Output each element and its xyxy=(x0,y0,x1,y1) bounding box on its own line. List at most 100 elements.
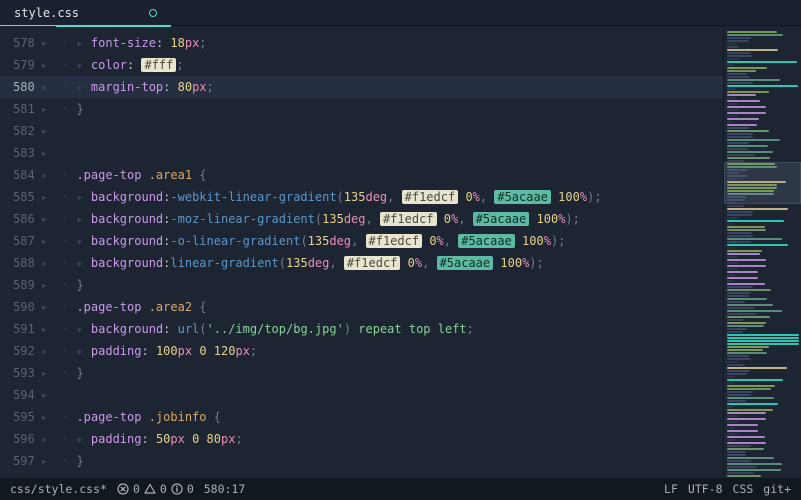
minimap-line xyxy=(727,337,799,339)
gutter-line[interactable]: 581▸ xyxy=(0,98,56,120)
gutter-line[interactable]: 591▸ xyxy=(0,318,56,340)
minimap-line xyxy=(727,361,739,363)
code-line[interactable]: · .page-top .jobinfo { xyxy=(56,406,723,428)
gutter-line[interactable]: 583▸ xyxy=(0,142,56,164)
code-line[interactable]: · ▸ background: url('../img/top/bg.jpg')… xyxy=(56,318,723,340)
gutter-line[interactable]: 593▸ xyxy=(0,362,56,384)
minimap-line xyxy=(727,400,746,402)
minimap-line xyxy=(727,121,732,123)
code-line[interactable]: · } xyxy=(56,362,723,384)
error-icon xyxy=(117,483,129,495)
code-line[interactable]: · ▸ margin-top: 80px; xyxy=(56,76,723,98)
tab-modified-indicator-icon xyxy=(149,9,157,17)
minimap-line xyxy=(727,76,750,78)
tabbar: style.css xyxy=(0,0,801,26)
code-line[interactable]: · } xyxy=(56,274,723,296)
code-line[interactable] xyxy=(56,120,723,142)
minimap-line xyxy=(727,34,783,36)
minimap-line xyxy=(727,277,758,279)
status-diagnostics[interactable]: 0 0 0 xyxy=(117,482,194,496)
gutter-line[interactable]: 595▸ xyxy=(0,406,56,428)
status-cursor[interactable]: 580:17 xyxy=(204,482,246,496)
minimap-line xyxy=(727,271,758,273)
gutter-line[interactable]: 582▸ xyxy=(0,120,56,142)
code-line[interactable]: · ▸ background:-moz-linear-gradient(135d… xyxy=(56,208,723,230)
minimap-line xyxy=(727,97,735,99)
gutter-line[interactable]: 590▸ xyxy=(0,296,56,318)
minimap-line xyxy=(727,220,784,222)
minimap-line xyxy=(727,58,739,60)
code-line[interactable]: · ▸ background:-webkit-linear-gradient(1… xyxy=(56,186,723,208)
minimap-line xyxy=(727,145,768,147)
status-language[interactable]: CSS xyxy=(733,482,754,496)
gutter[interactable]: 578▸579▸580▸581▸582▸583▸584▸585▸586▸587▸… xyxy=(0,26,56,478)
minimap[interactable] xyxy=(723,26,801,478)
minimap-line xyxy=(727,52,751,54)
minimap-line xyxy=(727,43,736,45)
minimap-line xyxy=(727,322,766,324)
minimap-line xyxy=(727,466,757,468)
minimap-line xyxy=(727,325,764,327)
minimap-line xyxy=(727,442,766,444)
gutter-line[interactable]: 596▸ xyxy=(0,428,56,450)
gutter-line[interactable]: 588▸ xyxy=(0,252,56,274)
gutter-line[interactable]: 589▸ xyxy=(0,274,56,296)
gutter-line[interactable]: 584▸ xyxy=(0,164,56,186)
minimap-line xyxy=(727,415,739,417)
gutter-line[interactable]: 594▸ xyxy=(0,384,56,406)
code-area[interactable]: · ▸ font-size: 18px;· ▸ color: #fff;· ▸ … xyxy=(56,26,723,478)
status-path[interactable]: css/style.css* xyxy=(10,482,107,496)
minimap-line xyxy=(727,373,747,375)
minimap-line xyxy=(727,376,735,378)
minimap-line xyxy=(727,109,739,111)
code-line[interactable]: · } xyxy=(56,98,723,120)
gutter-line[interactable]: 587▸ xyxy=(0,230,56,252)
minimap-line xyxy=(727,148,748,150)
minimap-line xyxy=(727,385,775,387)
code-line[interactable]: · ▸ padding: 100px 0 120px; xyxy=(56,340,723,362)
status-encoding[interactable]: UTF-8 xyxy=(688,482,723,496)
minimap-line xyxy=(727,67,767,69)
minimap-line xyxy=(727,445,751,447)
gutter-line[interactable]: 578▸ xyxy=(0,32,56,54)
minimap-line xyxy=(727,262,739,264)
minimap-line xyxy=(727,430,758,432)
minimap-line xyxy=(727,334,799,336)
minimap-viewport[interactable] xyxy=(724,162,801,204)
gutter-line[interactable]: 580▸ xyxy=(0,76,56,98)
status-eol[interactable]: LF xyxy=(664,482,678,496)
code-line[interactable] xyxy=(56,142,723,164)
code-line[interactable] xyxy=(56,384,723,406)
code-line[interactable]: · ▸ padding: 50px 0 80px; xyxy=(56,428,723,450)
code-line[interactable]: · .page-top .area2 { xyxy=(56,296,723,318)
minimap-line xyxy=(727,217,738,219)
code-line[interactable]: · ▸ color: #fff; xyxy=(56,54,723,76)
tab-stylecss[interactable]: style.css xyxy=(0,0,171,26)
minimap-line xyxy=(727,235,753,237)
status-git[interactable]: git+ xyxy=(763,482,791,496)
code-line[interactable]: · .page-top .area1 { xyxy=(56,164,723,186)
gutter-line[interactable]: 585▸ xyxy=(0,186,56,208)
minimap-line xyxy=(727,391,753,393)
code-line[interactable]: · ▸ font-size: 18px; xyxy=(56,32,723,54)
gutter-line[interactable]: 579▸ xyxy=(0,54,56,76)
minimap-line xyxy=(727,247,733,249)
code-line[interactable]: · ▸ background:linear-gradient(135deg, #… xyxy=(56,252,723,274)
minimap-line xyxy=(727,136,753,138)
minimap-line xyxy=(727,49,778,51)
gutter-line[interactable]: 597▸ xyxy=(0,450,56,472)
editor: 578▸579▸580▸581▸582▸583▸584▸585▸586▸587▸… xyxy=(0,26,801,478)
minimap-line xyxy=(727,91,769,93)
gutter-line[interactable]: 592▸ xyxy=(0,340,56,362)
minimap-line xyxy=(727,436,765,438)
minimap-line xyxy=(727,406,734,408)
code-line[interactable]: · } xyxy=(56,450,723,472)
minimap-line xyxy=(727,115,738,117)
minimap-line xyxy=(727,454,746,456)
minimap-line xyxy=(727,343,799,345)
code-line[interactable]: · ▸ background:-o-linear-gradient(135deg… xyxy=(56,230,723,252)
minimap-line xyxy=(727,346,769,348)
status-bar: css/style.css* 0 0 0 580:17 LF UTF-8 CSS… xyxy=(0,478,801,500)
gutter-line[interactable]: 586▸ xyxy=(0,208,56,230)
minimap-line xyxy=(727,127,750,129)
